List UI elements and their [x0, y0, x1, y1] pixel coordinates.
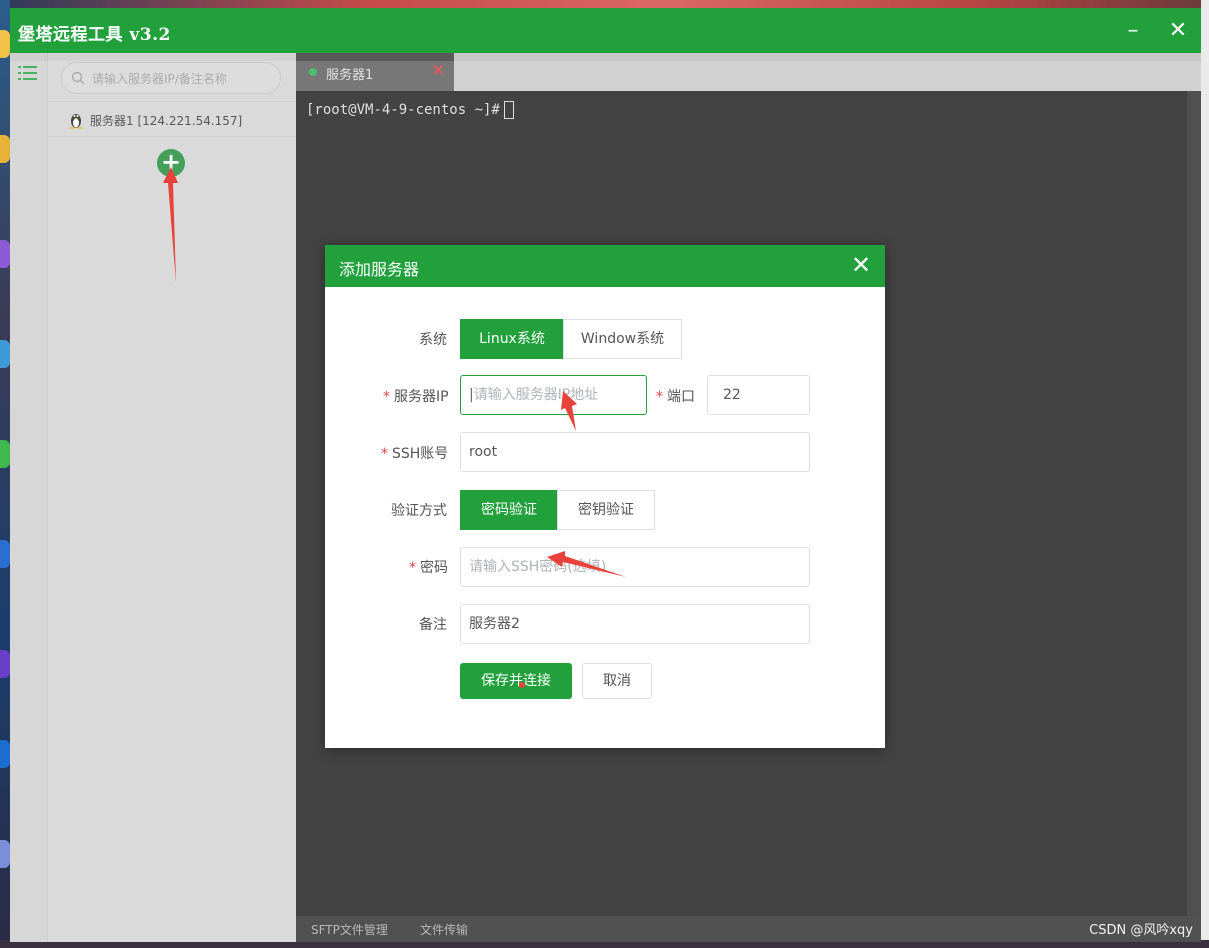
server-ip-input[interactable]: |请输入服务器IP地址 — [460, 375, 647, 415]
dialog-title: 添加服务器 — [339, 260, 420, 279]
desktop-shortcut-icon[interactable] — [0, 340, 10, 368]
app-title: 堡塔远程工具 v3.2 — [18, 25, 171, 45]
port-input[interactable]: 22 — [707, 375, 810, 415]
port-label: * 端口 — [656, 389, 695, 405]
desktop-shortcut-icon[interactable] — [0, 30, 10, 58]
title-bar[interactable]: 堡塔远程工具 v3.2 – ✕ — [10, 8, 1201, 53]
password-label: * 密码 — [409, 560, 448, 576]
ip-label: * 服务器IP — [383, 389, 449, 405]
cancel-button[interactable]: 取消 — [582, 663, 652, 699]
save-and-connect-button[interactable]: 保存并连接 — [460, 663, 572, 699]
minimize-icon[interactable]: – — [1120, 18, 1146, 44]
desktop-shortcut-icon[interactable] — [0, 650, 10, 678]
password-auth-option[interactable]: 密码验证 — [460, 490, 558, 530]
dialog-header: 添加服务器 ✕ — [325, 245, 885, 287]
password-input[interactable]: 请输入SSH密码(选填) — [460, 547, 810, 587]
desktop-shortcut-icon[interactable] — [0, 440, 10, 468]
desktop-shortcut-icon[interactable] — [0, 840, 10, 868]
close-icon[interactable]: ✕ — [1165, 18, 1191, 44]
ssh-account-input[interactable]: root — [460, 432, 810, 472]
desktop-shortcut-icon[interactable] — [0, 135, 10, 163]
system-label: 系统 — [419, 332, 447, 348]
linux-system-option[interactable]: Linux系统 — [460, 319, 564, 359]
desktop-shortcut-icon[interactable] — [0, 740, 10, 768]
windows-system-option[interactable]: Window系统 — [563, 319, 682, 359]
dialog-close-icon[interactable]: ✕ — [849, 253, 873, 277]
desktop-background-left — [0, 0, 10, 948]
auth-method-label: 验证方式 — [391, 503, 447, 519]
remark-label: 备注 — [419, 617, 447, 633]
desktop-shortcut-icon[interactable] — [0, 540, 10, 568]
remark-input[interactable]: 服务器2 — [460, 604, 810, 644]
ssh-account-label: * SSH账号 — [381, 446, 449, 462]
add-server-dialog: 添加服务器 ✕ 系统 Linux系统 Window系统 * 服务器IP |请输入服… — [325, 245, 885, 748]
watermark: CSDN @风吟xqy — [1089, 923, 1193, 938]
background-window-edge — [1201, 0, 1209, 948]
desktop-shortcut-icon[interactable] — [0, 240, 10, 268]
key-auth-option[interactable]: 密钥验证 — [557, 490, 655, 530]
